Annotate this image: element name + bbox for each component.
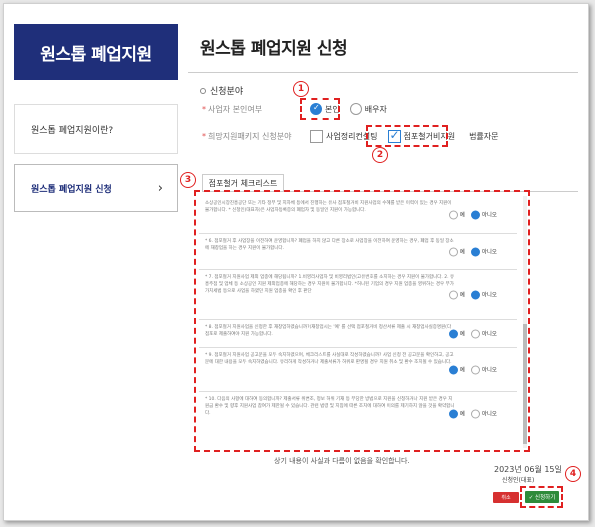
annotation-box-3 [194,190,530,452]
section-label: 신청분야 [210,87,244,97]
checkbox-label: 법률자문 [469,132,499,141]
checkbox-unchecked-icon[interactable] [310,130,323,143]
divider [188,72,578,73]
radio-unchecked-icon[interactable] [349,103,362,115]
radio-spouse[interactable]: 배우자 [349,103,387,115]
annotation-badge-3: 3 [180,172,196,188]
section-heading: 신청분야 [200,84,243,97]
application-date: 2023년 06월 15일 [494,465,562,474]
field-label: 희망지원패키지 신청분야 [208,132,292,141]
sidebar-item-about[interactable]: 원스톱 폐업지원이란? [14,104,178,154]
annotation-badge-2: 2 [372,147,388,163]
brand-banner: 원스톱 폐업지원 [14,24,178,80]
confirmation-text: 상기 내용이 사실과 다름이 없음을 확인합니다. [274,457,410,465]
sidebar-item-label: 원스톱 폐업지원 신청 [31,184,112,195]
side-navigation: 원스톱 폐업지원이란? 원스톱 폐업지원 신청 › [14,104,178,212]
annotation-box-4 [520,486,563,508]
annotation-badge-1: 1 [293,81,309,97]
radio-label: 배우자 [364,104,387,114]
package-row: * 희망지원패키지 신청분야 사업정리컨설팅 점포철거비지원 법률자문 [202,128,499,143]
page-frame: 원스톱 폐업지원 원스톱 폐업지원이란? 원스톱 폐업지원 신청 › 원스톱 폐… [3,3,589,521]
annotation-box-2 [366,125,448,147]
annotation-badge-4: 4 [565,466,581,482]
field-label: 사업자 본인여부 [208,104,263,114]
applicant-type-row: * 사업자 본인여부 본인 배우자 [202,103,387,115]
sidebar-item-label: 원스톱 폐업지원이란? [31,125,114,136]
chevron-right-icon: › [157,180,163,196]
annotation-box-1 [300,98,340,120]
checkbox-legal[interactable]: 법률자문 [469,131,498,142]
applicant-line: 신청인(대표) [502,477,535,484]
page-title: 원스톱 폐업지원 신청 [200,39,348,59]
bullet-icon [200,87,206,94]
sidebar-item-apply[interactable]: 원스톱 폐업지원 신청 › [14,164,178,212]
cancel-button[interactable]: 취소 [493,492,519,503]
